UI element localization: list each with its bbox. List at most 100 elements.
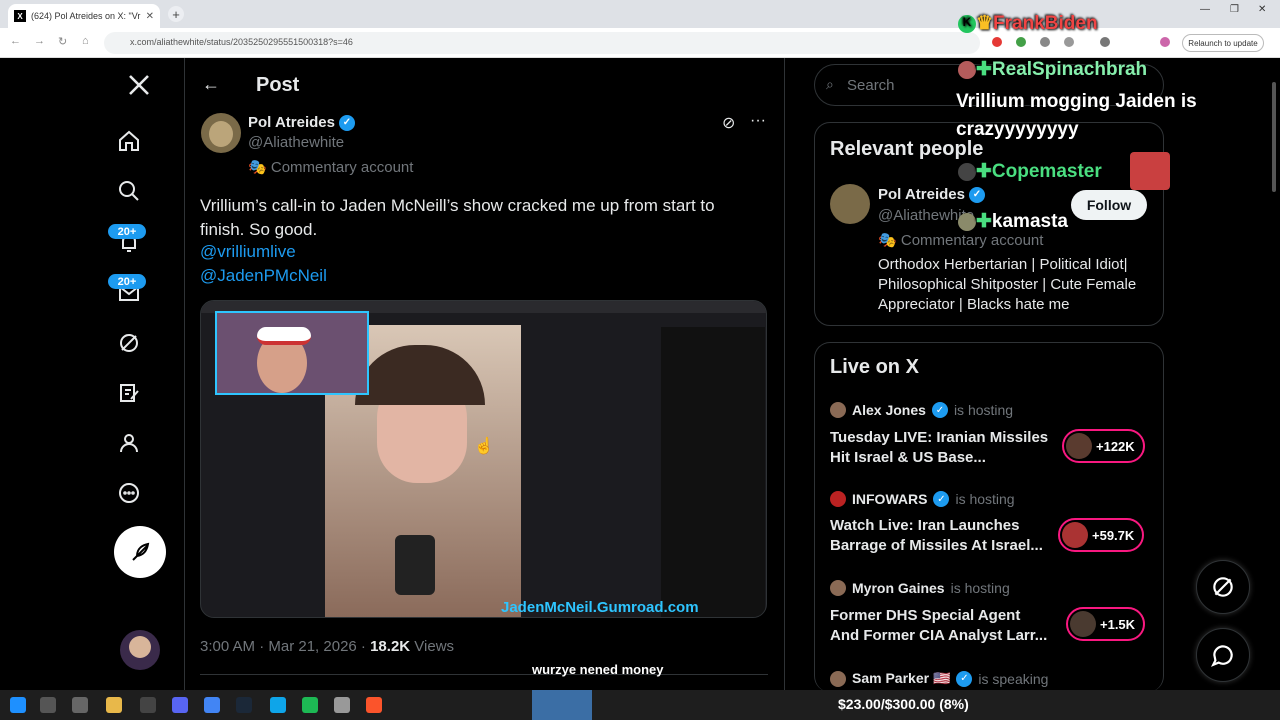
grok-explain-icon[interactable]: ⊘ [722,113,735,133]
divider [200,674,768,675]
profile-avatar-icon[interactable] [1160,37,1170,47]
host-avatar [830,402,846,418]
live-title[interactable]: Former DHS Special Agent And Former CIA … [830,606,1052,646]
live-title[interactable]: Tuesday LIVE: Iranian Missiles Hit Israe… [830,428,1052,468]
chat-avatar [958,212,976,231]
back-arrow-icon[interactable]: ← [202,74,220,95]
close-tab-icon[interactable]: ✕ [146,11,154,22]
host-avatar [830,670,846,687]
scrollbar-thumb[interactable] [1272,82,1276,192]
live-listener-pill[interactable]: +122K [1062,429,1145,463]
donation-progress-bar [532,690,592,720]
chrome-icon[interactable] [204,697,220,713]
relevant-person-name[interactable]: Pol Atreides ✓ [878,186,985,203]
obs-icon[interactable] [140,697,156,713]
author-name[interactable]: Pol Atreides ✓ [248,114,355,131]
chat-message: ✚RealSpinachbrah [958,58,1147,81]
minimize-icon[interactable]: — [1200,4,1210,15]
task-view-icon[interactable] [72,697,88,713]
sidepanel-icon[interactable] [1100,37,1110,47]
host-status: is speaking [978,670,1049,687]
grok-icon [1213,577,1233,597]
live-host-row[interactable]: Sam Parker 🇺🇸 ✓ is speaking [830,670,1048,687]
views-count: 18.2K [370,638,411,655]
explore-search-icon[interactable] [116,178,142,204]
file-explorer-icon[interactable] [106,697,122,713]
relevant-person-avatar[interactable] [830,184,870,224]
post-text: Vrillium’s call-in to Jaden McNeill’s sh… [200,196,715,239]
mention-link[interactable]: @vrilliumlive [200,242,296,262]
extension-icon[interactable] [1016,37,1026,47]
author-avatar[interactable] [201,113,241,153]
author-handle[interactable]: @Aliathewhite [248,134,344,151]
reload-icon[interactable]: ↻ [58,35,67,48]
home-nav-icon[interactable]: ⌂ [82,35,89,47]
plus-badge-icon: ✚ [976,59,992,80]
new-tab-button[interactable]: + [168,6,184,22]
extension-icon[interactable] [1064,37,1074,47]
steam-icon[interactable] [236,697,252,713]
live-title[interactable]: Watch Live: Iran Launches Barrage of Mis… [830,516,1052,556]
notifications-badge: 20+ [108,224,146,239]
host-avatar [830,580,846,596]
home-icon[interactable] [116,128,142,154]
more-options-icon[interactable]: ··· [750,112,766,130]
author-name-text: Pol Atreides [248,114,335,131]
brave-icon[interactable] [366,697,382,713]
live-host-row[interactable]: Alex Jones ✓ is hosting [830,402,1013,418]
verified-badge-icon: ✓ [956,670,973,687]
donation-goal: $23.00/$300.00 (8%) [838,696,969,712]
mention-link[interactable]: @JadenPMcNeil [200,266,327,286]
chat-username: FrankBiden [993,13,1098,34]
back-nav-icon[interactable]: ← [10,35,21,47]
live-listener-pill[interactable]: +59.7K [1058,518,1145,552]
column-divider [184,58,185,690]
host-name: Myron Gaines [852,580,945,596]
host-name: Alex Jones [852,402,926,418]
forward-nav-icon[interactable]: → [34,35,45,47]
extension-icon[interactable] [1040,37,1050,47]
account-avatar[interactable] [120,630,160,670]
follow-button[interactable]: Follow [1071,190,1147,220]
chat-username: Copemaster [991,161,1102,182]
edge-icon[interactable] [270,697,286,713]
plus-badge-icon: ✚ [976,161,992,182]
extension-icon[interactable] [992,37,1002,47]
live-host-row[interactable]: INFOWARS ✓ is hosting [830,491,1015,507]
host-status: is hosting [950,580,1010,596]
live-on-x-title: Live on X [830,356,919,378]
mouse-cursor-icon: ☝ [474,438,494,455]
close-window-icon[interactable]: ✕ [1258,4,1266,15]
spotify-icon[interactable] [302,697,318,713]
chat-emote [1130,152,1170,190]
search-icon[interactable] [40,697,56,713]
x-logo-icon[interactable] [126,72,152,98]
post-video[interactable]: JadenMcNeil.Gumroad.com [200,300,767,618]
relaunch-button[interactable]: Relaunch to update [1182,34,1264,52]
grok-fab-button[interactable] [1196,560,1250,614]
scrollbar[interactable] [1270,58,1278,690]
url-input[interactable]: x.com/aliathewhite/status/20352502955515… [104,32,980,54]
chat-bubble-icon [1211,645,1233,667]
profile-icon[interactable] [116,430,142,456]
live-host-row[interactable]: Myron Gaines is hosting [830,580,1010,596]
chat-avatar [958,162,976,181]
embedded-tweet-panel [661,327,765,617]
maximize-icon[interactable]: ❐ [1230,4,1239,15]
host-name: Sam Parker 🇺🇸 [852,670,951,686]
compose-post-button[interactable] [114,526,166,578]
windows-start-icon[interactable] [10,697,26,713]
more-icon[interactable] [116,480,142,506]
premium-edit-icon[interactable] [116,380,142,406]
feather-icon [132,542,150,561]
listener-count: +59.7K [1092,527,1135,543]
app-icon[interactable] [334,697,350,713]
views-label: Views [410,638,455,655]
discord-icon[interactable] [172,697,188,713]
messages-fab-button[interactable] [1196,628,1250,682]
grok-icon[interactable] [116,330,142,356]
live-listener-pill[interactable]: +1.5K [1066,607,1146,641]
browser-tab[interactable]: X (624) Pol Atreides on X: "Vr ✕ [8,4,160,28]
tab-title: (624) Pol Atreides on X: "Vr [31,11,141,21]
chat-message: ✚kamasta [958,210,1068,233]
